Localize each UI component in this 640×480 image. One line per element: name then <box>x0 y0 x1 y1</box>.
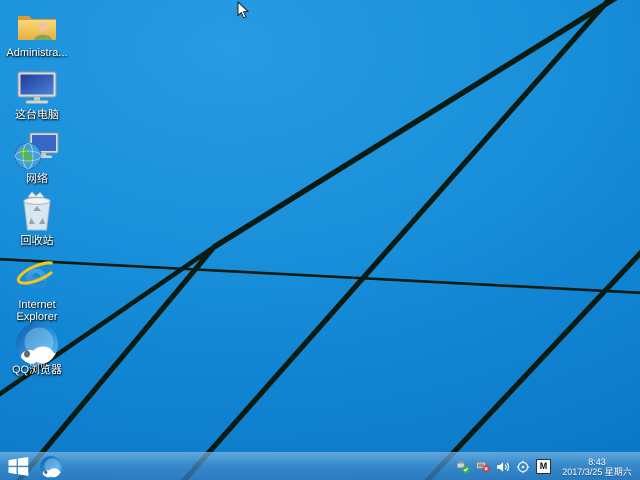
desktop-icon-label: Administra... <box>6 47 68 59</box>
qq-browser-taskbar-icon <box>40 455 62 478</box>
clock-date: 2017/3/25 星期六 <box>562 467 632 477</box>
recycle-bin-icon <box>18 191 56 232</box>
network-icon <box>14 132 60 170</box>
usb-safe-remove-icon[interactable] <box>456 459 470 474</box>
desktop-icon-administrator[interactable]: Administra... <box>1 6 73 59</box>
internet-explorer-icon: e <box>15 257 59 296</box>
desktop-icon-internet-explorer[interactable]: e Internet Explorer <box>1 257 73 323</box>
clock-time: 8:43 <box>588 456 606 467</box>
desktop-icon-label: 回收站 <box>20 235 54 247</box>
windows-logo-icon <box>8 457 28 476</box>
desktop-icon-network[interactable]: 网络 <box>1 132 73 185</box>
this-pc-icon <box>14 68 60 106</box>
administrator-folder-icon <box>16 6 58 44</box>
network-error-icon[interactable] <box>476 459 490 474</box>
input-method-indicator[interactable]: M <box>536 459 551 474</box>
crosshair-icon[interactable] <box>516 459 530 474</box>
desktop-icon-label: Internet Explorer <box>16 299 58 323</box>
taskbar: M 8:43 2017/3/25 星期六 <box>0 452 640 480</box>
desktop-icon-label: 这台电脑 <box>15 109 59 121</box>
desktop-icon-this-pc[interactable]: 这台电脑 <box>1 68 73 121</box>
desktop-icon-label: 网络 <box>26 173 48 185</box>
desktop-icon-qq-browser[interactable]: QQ浏览器 <box>1 323 73 376</box>
system-tray: M 8:43 2017/3/25 星期六 <box>456 456 640 478</box>
tray-clock[interactable]: 8:43 2017/3/25 星期六 <box>561 456 635 478</box>
wallpaper-light-beams <box>0 0 640 480</box>
taskbar-item-qq-browser[interactable] <box>36 453 66 480</box>
start-button[interactable] <box>0 453 36 480</box>
desktop-icon-recycle-bin[interactable]: 回收站 <box>1 191 73 247</box>
desktop-icon-label: QQ浏览器 <box>11 364 63 376</box>
volume-icon[interactable] <box>496 459 510 474</box>
qq-browser-icon <box>14 323 60 366</box>
mouse-cursor <box>237 0 250 25</box>
